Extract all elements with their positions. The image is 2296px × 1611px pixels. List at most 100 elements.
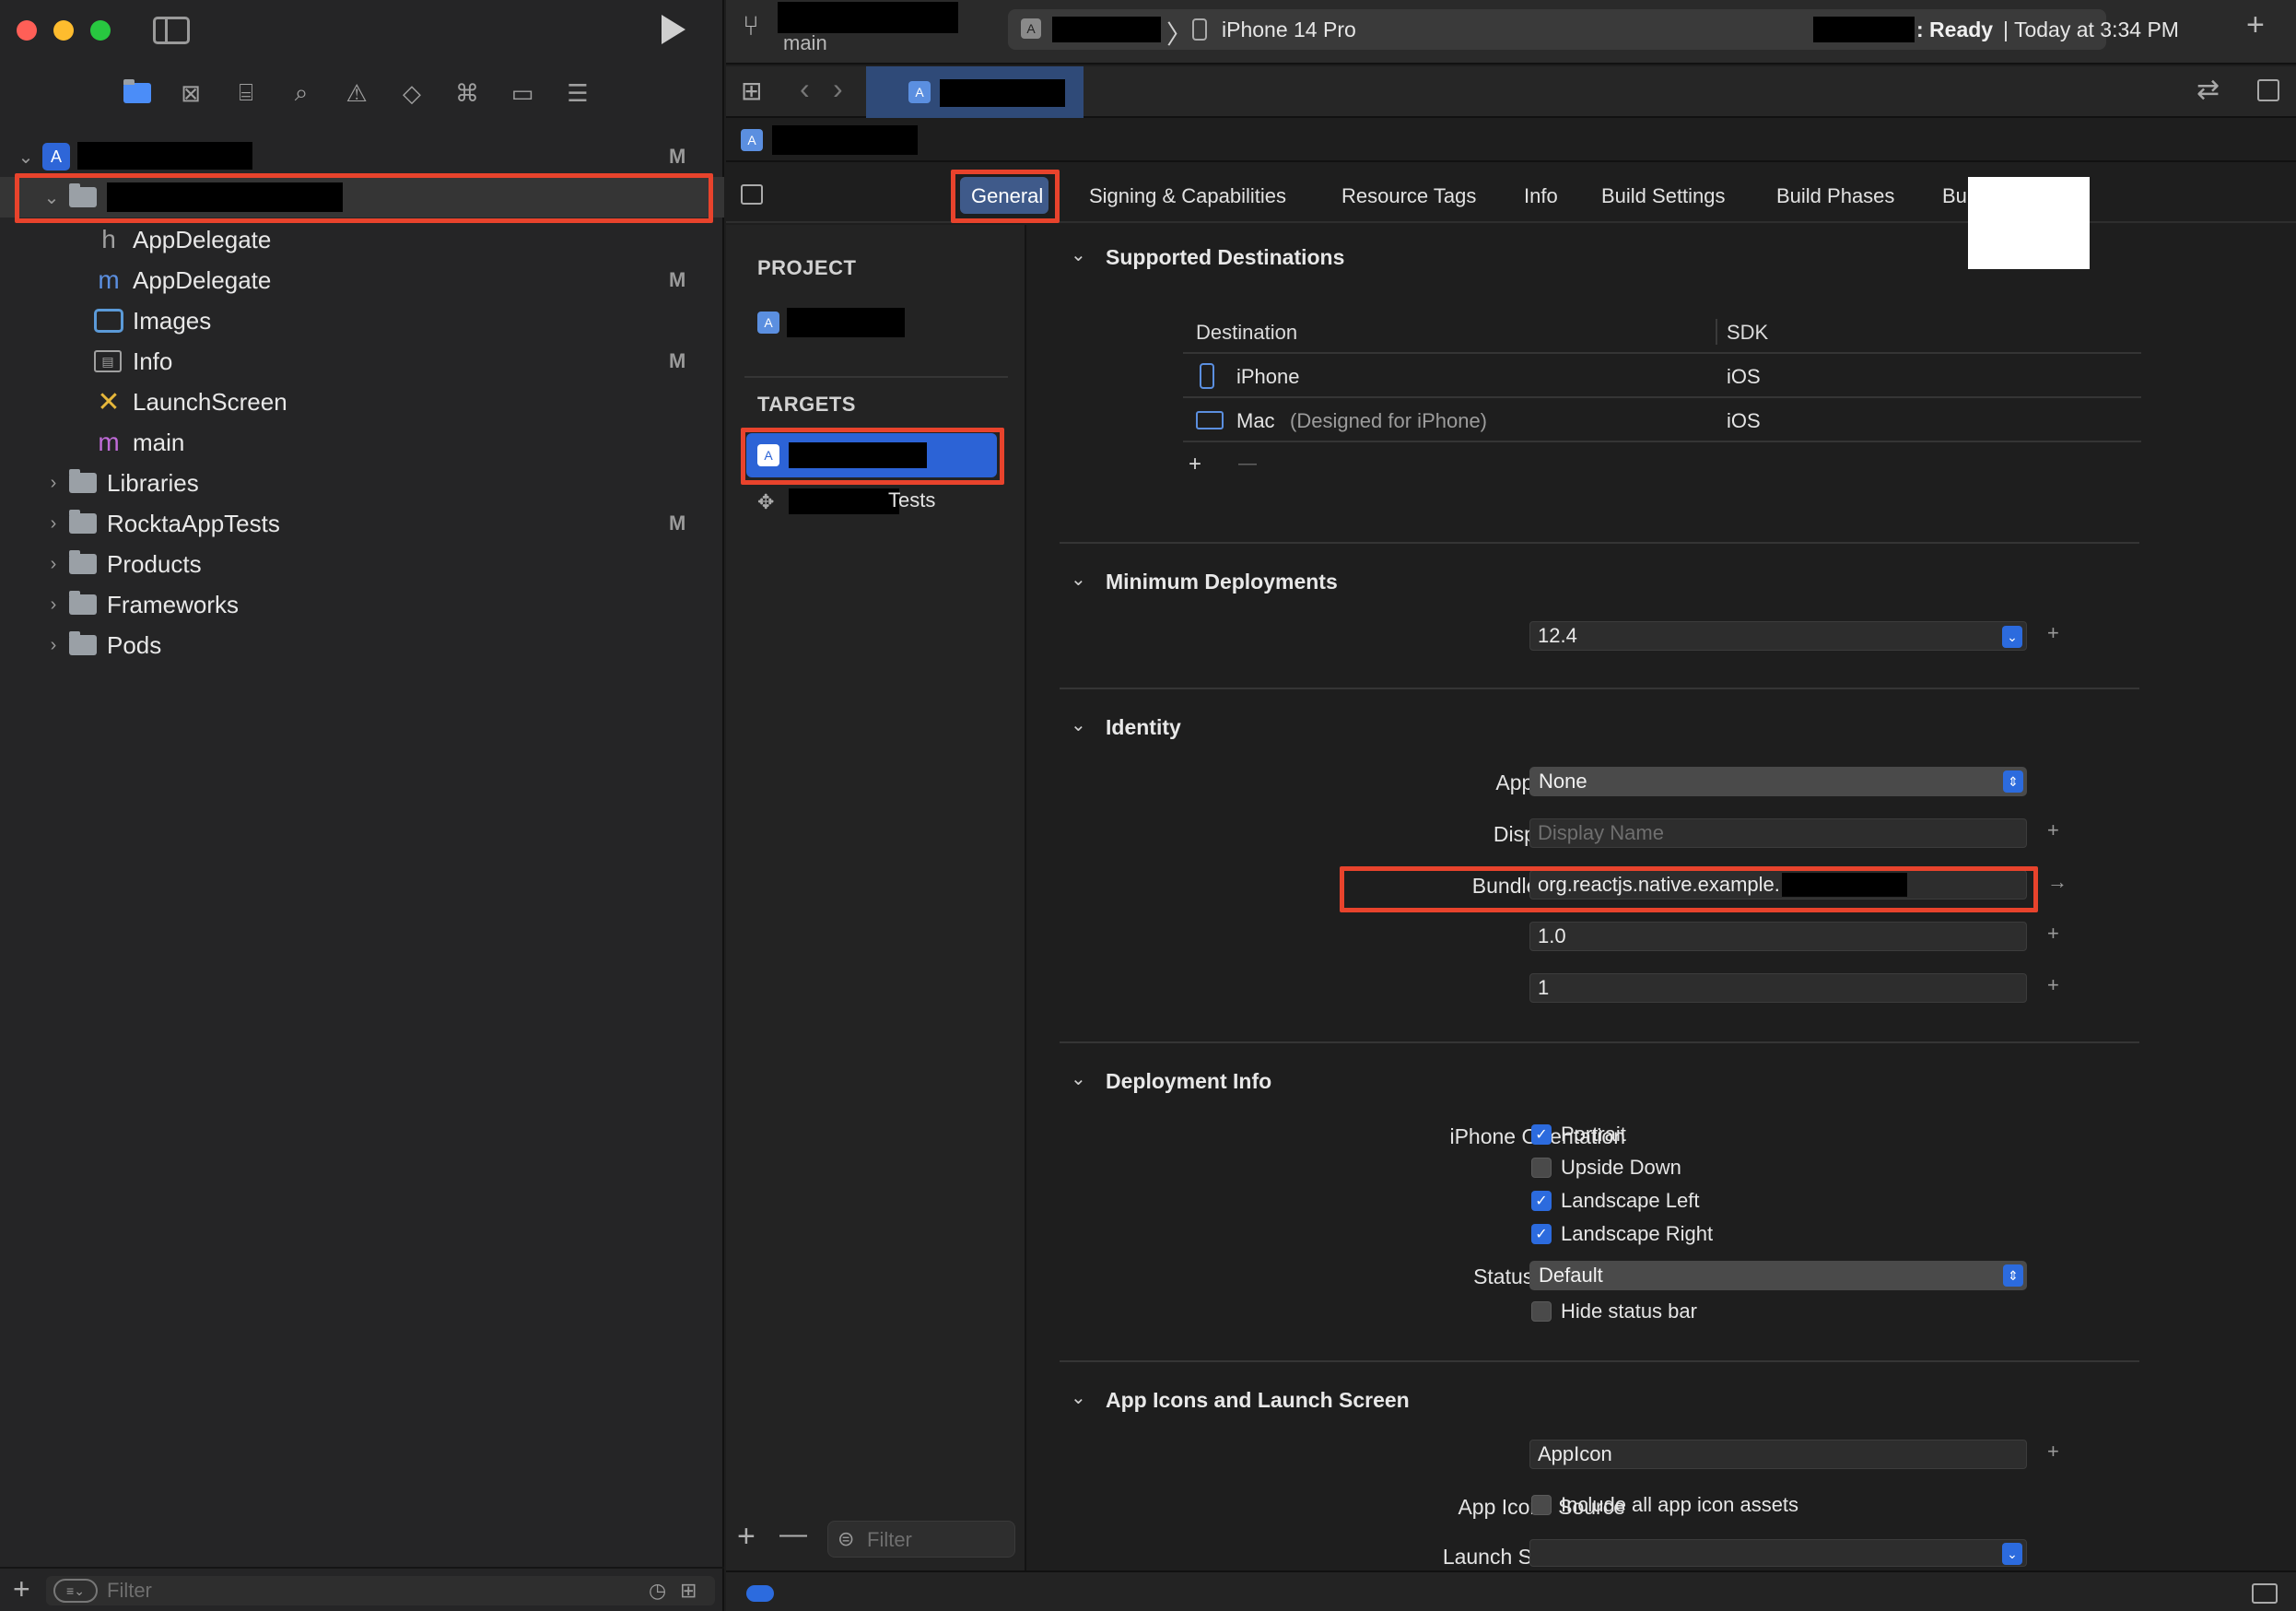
recent-files-icon[interactable]: ◷ <box>649 1579 666 1603</box>
chevron-down-icon[interactable]: ⌄ <box>42 188 61 208</box>
orientation-upside-down[interactable]: Upside Down <box>1531 1156 1681 1180</box>
sidebar-toggle-icon[interactable] <box>153 17 190 44</box>
folder-row-libraries[interactable]: › Libraries <box>0 463 724 503</box>
debug-navigator-icon[interactable]: ⌘ <box>451 77 483 109</box>
file-row-appdelegate-m[interactable]: m AppDelegate M <box>0 260 724 300</box>
forward-arrow-icon[interactable]: › <box>833 72 843 106</box>
report-navigator-icon[interactable]: ☰ <box>562 77 593 109</box>
checkbox-unchecked-icon[interactable] <box>1531 1301 1552 1322</box>
folder-row-frameworks[interactable]: › Frameworks <box>0 584 724 625</box>
add-target-icon[interactable]: + <box>737 1519 756 1555</box>
chevron-updown-icon[interactable]: ⇕ <box>2003 770 2023 793</box>
back-arrow-icon[interactable]: ‹ <box>800 72 810 106</box>
ios-deployment-combo[interactable]: 12.4 ⌄ <box>1529 621 2027 651</box>
run-destination-label[interactable]: iPhone 14 Pro <box>1222 18 1356 42</box>
folder-row-products[interactable]: › Products <box>0 544 724 584</box>
orientation-landscape-right[interactable]: ✓ Landscape Right <box>1531 1222 1713 1246</box>
file-row-appdelegate-h[interactable]: h AppDelegate <box>0 219 724 260</box>
chevron-down-icon[interactable]: ⌄ <box>1071 713 1086 736</box>
close-window-button[interactable] <box>17 20 37 41</box>
project-root-row[interactable]: ⌄ A M <box>0 136 724 177</box>
tab-resource-tags[interactable]: Resource Tags <box>1341 184 1476 208</box>
chevron-down-icon[interactable]: ⌄ <box>2002 626 2022 648</box>
app-group-row[interactable]: ⌄ <box>0 177 724 218</box>
chevron-down-icon[interactable]: ⌄ <box>1071 1386 1086 1409</box>
tab-general[interactable]: General <box>960 177 1048 214</box>
tab-signing[interactable]: Signing & Capabilities <box>1089 184 1286 208</box>
bundle-identifier-field[interactable]: org.reactjs.native.example. <box>1529 870 2027 900</box>
issue-warning-icon[interactable]: ⚠ <box>341 77 372 109</box>
remove-destination-button[interactable]: — <box>1238 453 1257 475</box>
folder-row-rocktaapptests[interactable]: › RocktaAppTests M <box>0 503 724 544</box>
test-navigator-icon[interactable]: ◇ <box>396 77 428 109</box>
add-destination-button[interactable]: + <box>1189 452 1201 477</box>
add-icon[interactable]: + <box>2047 1440 2059 1464</box>
orientation-landscape-left[interactable]: ✓ Landscape Left <box>1531 1189 1699 1213</box>
remove-target-icon[interactable]: — <box>779 1519 807 1550</box>
destination-row-mac[interactable]: Mac (Designed for iPhone) iOS <box>1183 398 2141 441</box>
add-editor-icon[interactable] <box>2257 79 2279 101</box>
project-list-item[interactable]: A <box>757 306 905 337</box>
checkbox-unchecked-icon[interactable] <box>1531 1495 1552 1515</box>
app-icon-field[interactable]: AppIcon <box>1529 1440 2027 1469</box>
tab-build-phases[interactable]: Build Phases <box>1776 184 1894 208</box>
chevron-down-icon[interactable]: ⌄ <box>2002 1543 2022 1565</box>
launch-screen-file-combo[interactable]: ⌄ <box>1529 1539 2027 1567</box>
tab-build-settings[interactable]: Build Settings <box>1601 184 1726 208</box>
chevron-down-icon[interactable]: ⌄ <box>1071 568 1086 591</box>
file-row-main[interactable]: m main <box>0 422 724 463</box>
find-navigator-icon[interactable]: ⌕ <box>286 77 317 109</box>
grid-icon[interactable]: ⊞ <box>741 76 762 106</box>
swap-editor-icon[interactable]: ⇄ <box>2196 74 2220 106</box>
app-category-popup[interactable]: None ⇕ <box>1529 767 2027 796</box>
checkbox-checked-icon[interactable]: ✓ <box>1531 1191 1552 1211</box>
library-add-icon[interactable]: + <box>2246 7 2265 43</box>
add-icon[interactable]: + <box>13 1572 30 1606</box>
chevron-right-icon[interactable]: › <box>44 554 63 574</box>
folder-icon[interactable] <box>122 77 153 109</box>
checkbox-checked-icon[interactable]: ✓ <box>1531 1224 1552 1244</box>
chevron-down-icon[interactable]: ⌄ <box>1071 243 1086 266</box>
tab-info[interactable]: Info <box>1524 184 1558 208</box>
chevron-down-icon[interactable]: ⌄ <box>1071 1067 1086 1090</box>
minimize-window-button[interactable] <box>53 20 74 41</box>
breakpoints-toggle-icon[interactable] <box>746 1585 774 1602</box>
checkbox-unchecked-icon[interactable] <box>1531 1158 1552 1178</box>
chevron-right-icon[interactable]: › <box>44 594 63 615</box>
tab-build-rules[interactable]: Bu <box>1942 184 1967 208</box>
folder-row-pods[interactable]: › Pods <box>0 625 724 665</box>
include-all-icons-option[interactable]: Include all app icon assets <box>1531 1493 1798 1517</box>
build-field[interactable]: 1 <box>1529 973 2027 1003</box>
breakpoint-icon[interactable]: ▭ <box>507 77 538 109</box>
add-deployment-icon[interactable]: + <box>2047 621 2059 645</box>
orientation-portrait[interactable]: ✓ Portrait <box>1531 1123 1626 1147</box>
display-name-field[interactable]: Display Name <box>1529 818 2027 848</box>
add-localization-icon[interactable]: + <box>2047 818 2059 842</box>
add-icon[interactable]: + <box>2047 973 2059 997</box>
arrow-right-icon[interactable]: → <box>2047 870 2068 894</box>
zoom-window-button[interactable] <box>90 20 111 41</box>
navigator-filter-field[interactable]: ≡⌄ Filter ◷ ⊞ <box>46 1576 715 1605</box>
hide-status-bar-option[interactable]: Hide status bar <box>1531 1299 1697 1323</box>
symbol-navigator-icon[interactable]: ⌸ <box>230 77 262 109</box>
checkbox-checked-icon[interactable]: ✓ <box>1531 1124 1552 1145</box>
destination-row-iphone[interactable]: iPhone iOS <box>1183 354 2141 396</box>
file-row-images[interactable]: Images <box>0 300 724 341</box>
chevron-right-icon[interactable]: › <box>44 513 63 534</box>
target-list-item-tests[interactable]: ✥ Tests <box>746 483 997 520</box>
file-row-info[interactable]: ▤ Info M <box>0 341 724 382</box>
debug-area-toggle-icon[interactable] <box>2252 1583 2278 1604</box>
chevron-down-icon[interactable]: ⌄ <box>17 147 35 168</box>
status-bar-style-popup[interactable]: Default ⇕ <box>1529 1261 2027 1290</box>
chevron-updown-icon[interactable]: ⇕ <box>2003 1264 2023 1287</box>
version-field[interactable]: 1.0 <box>1529 922 2027 951</box>
target-list-item-app[interactable]: A <box>746 433 997 477</box>
editor-tab-project[interactable]: A <box>866 66 1084 118</box>
filter-options-icon[interactable]: ≡⌄ <box>53 1579 98 1603</box>
file-row-launchscreen[interactable]: ✕ LaunchScreen <box>0 382 724 422</box>
chevron-right-icon[interactable]: › <box>44 635 63 655</box>
scm-filter-icon[interactable]: ⊞ <box>680 1579 697 1603</box>
targets-filter-field[interactable]: ⊜ Filter <box>827 1521 1015 1558</box>
add-icon[interactable]: + <box>2047 922 2059 946</box>
run-icon[interactable] <box>662 15 685 44</box>
